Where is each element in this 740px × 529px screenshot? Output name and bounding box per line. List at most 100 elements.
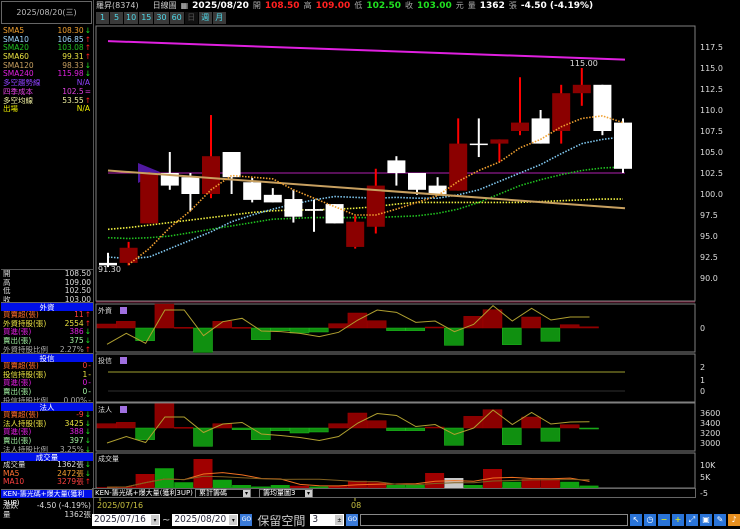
candle [222,152,241,194]
candle [449,118,468,191]
foreign-bar [502,327,522,345]
panel-settings-icon[interactable] [120,357,127,364]
foreign-bar [559,324,580,329]
institutional-bar [502,427,522,445]
candle [160,152,179,190]
candle-body [263,194,282,203]
candle-body [305,209,323,211]
foreign-bar [386,327,406,331]
indicator-select-2[interactable]: 籌均量圖3 [259,488,313,498]
institutional-tick: 3600 [700,409,720,418]
candle [387,156,406,186]
foreign-bar [116,321,136,329]
price-tick: 95.0 [700,232,718,241]
foreign-title: 外資 [98,306,112,315]
institutional-bar [328,423,348,429]
candle-body [572,84,591,94]
panel-frame [95,353,696,403]
indicator-row: KEN-籌光碼+爆大量(獲利3UP) 累計籌碼 籌均量圖3 [92,488,696,498]
low-annotation: 91.30 [98,265,121,274]
draw-icon[interactable]: ✎ [714,514,726,526]
indicator-name: KEN-籌光碼+爆大量(獲利3UP) [95,489,193,497]
price-tick: 110.0 [700,106,723,115]
trust-title: 投信 [98,356,112,365]
candle-body [449,143,468,191]
keep-space-input[interactable]: 3 ± [310,514,345,526]
foreign-bar [424,326,445,329]
trust-tick: 2 [700,363,705,372]
candle [140,172,159,224]
institutional-bar [231,427,252,430]
date-axis-start: 2025/07/16 [97,501,144,510]
clock-icon[interactable]: ◷ [644,514,656,526]
price-tick: 97.5 [700,211,718,220]
institutional-bar [173,427,194,429]
candle-body [593,84,612,131]
date-to-value: 2025/08/20 [174,514,227,525]
indicator-select-1[interactable]: 累計籌碼 [195,488,251,498]
spinner-icon[interactable]: ± [335,515,344,525]
volume-title: 成交量 [98,454,119,463]
zoom-out-icon[interactable]: − [658,514,670,526]
foreign-bar [173,327,194,329]
institutional-bar [154,403,175,429]
dropdown-icon[interactable]: ▾ [229,515,238,525]
go-button-2[interactable]: GO [346,514,359,526]
date-to-input[interactable]: 2025/08/20 ▾ [172,514,239,526]
foreign-bar [366,320,387,329]
panel-settings-icon[interactable] [120,406,127,413]
institutional-bar [579,427,599,430]
candle [593,84,612,136]
institutional-bar [405,427,426,431]
candle-body [222,152,241,178]
price-tick: 102.5 [700,169,723,178]
alert-bell-icon[interactable]: ♪ [728,514,740,526]
candle-body [346,221,365,247]
cursor-icon[interactable]: ↖ [630,514,642,526]
institutional-bar [366,420,387,429]
go-button[interactable]: GO [240,514,253,526]
sma10-line [107,136,624,260]
layout-icon[interactable]: ▣ [700,514,712,526]
candle-body [469,143,488,146]
foreign-bar [579,326,599,329]
fit-icon[interactable]: ⤢ [686,514,698,526]
candle-body [202,156,220,194]
dropdown-icon[interactable]: ▾ [151,515,159,525]
chart-scrollbar[interactable] [360,514,628,526]
zoom-in-icon[interactable]: + [672,514,684,526]
foreign-bar [444,327,464,346]
candle [614,118,632,173]
candle-body [325,204,344,224]
candle [366,168,385,234]
candle-body [140,173,159,224]
candle [325,204,344,224]
foreign-bar [309,327,329,333]
institutional-bar [386,427,406,431]
foreign-bar [521,316,541,329]
foreign-bar [96,323,117,329]
candle [428,177,447,196]
range-tilde: ~ [162,514,171,526]
price-tick: 115.0 [700,64,723,73]
volume-tick: 10K [700,461,716,470]
candle-body [243,182,262,200]
candle-body [284,199,303,217]
foreign-bar [328,323,348,329]
candle [263,188,282,203]
candle-body [181,177,200,194]
foreign-bar [231,327,252,329]
date-from-input[interactable]: 2025/07/16 ▾ [92,514,160,526]
foreign-bar [405,327,426,331]
candle [346,215,365,249]
volume-tick: 5K [700,473,711,482]
panel-settings-icon[interactable] [120,307,127,314]
candle [490,139,509,163]
trust-tick: 0 [700,387,705,396]
candle-body [614,122,632,169]
price-tick: 105.0 [700,148,723,157]
institutional-bar [270,427,290,431]
keep-space-value: 3 [312,514,319,525]
institutional-bar [521,416,541,429]
candle-body [366,185,385,227]
